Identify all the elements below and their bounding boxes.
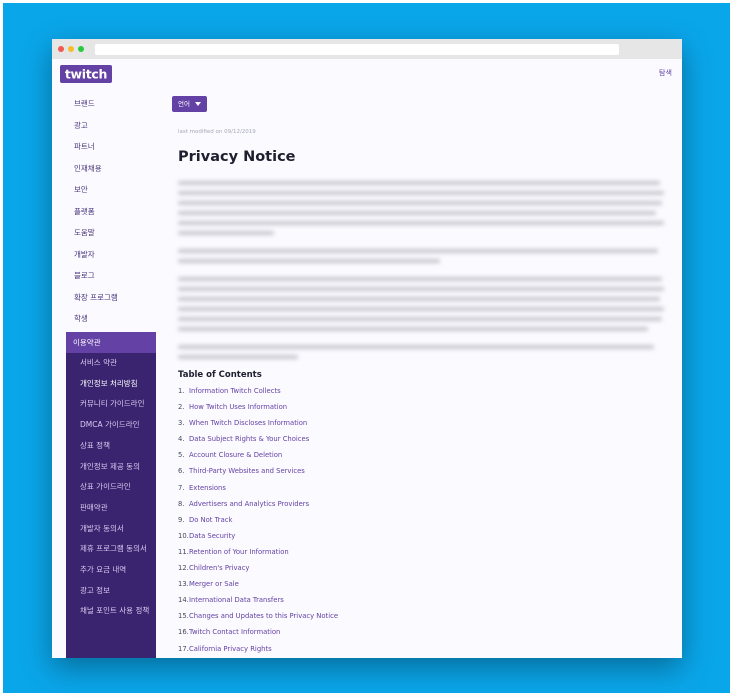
sidebar-item[interactable]: 파트너 bbox=[52, 136, 156, 158]
subnav-item[interactable]: 개인정보 처리방침 bbox=[66, 374, 156, 395]
address-bar[interactable] bbox=[95, 44, 619, 55]
language-button-label: 언어 bbox=[178, 100, 190, 108]
subnav-item[interactable]: 상표 가이드라인 bbox=[66, 477, 156, 498]
toc-link[interactable]: Information Twitch Collects bbox=[189, 387, 281, 395]
toc-item: 14.International Data Transfers bbox=[178, 592, 338, 608]
toc-item: 1. Information Twitch Collects bbox=[178, 383, 338, 399]
toc-item: 10.Data Security bbox=[178, 528, 338, 544]
sidebar-item[interactable]: 플랫폼 bbox=[52, 201, 156, 223]
subnav-item[interactable]: 개인정보 제공 동의 bbox=[66, 457, 156, 478]
sidebar-item-terms[interactable]: 이용약관 bbox=[66, 332, 156, 353]
toc-link[interactable]: Data Subject Rights & Your Choices bbox=[189, 435, 309, 443]
toc-link[interactable]: Children's Privacy bbox=[189, 564, 249, 572]
toc-item: 13.Merger or Sale bbox=[178, 576, 338, 592]
subnav-item[interactable]: 개발자 동의서 bbox=[66, 519, 156, 540]
toc-number: 8. bbox=[178, 499, 185, 508]
maximize-window-icon[interactable] bbox=[78, 46, 84, 52]
toc-number: 11. bbox=[178, 547, 189, 556]
toc-number: 4. bbox=[178, 435, 185, 444]
toc-number: 15. bbox=[178, 612, 189, 621]
toc-item: 16.Twitch Contact Information bbox=[178, 624, 338, 640]
sidebar-item[interactable]: 브랜드 bbox=[52, 93, 156, 115]
toc-link[interactable]: Do Not Track bbox=[189, 516, 232, 524]
minimize-window-icon[interactable] bbox=[68, 46, 74, 52]
toc-item: 8. Advertisers and Analytics Providers bbox=[178, 496, 338, 512]
sidebar-item[interactable]: 도움말 bbox=[52, 222, 156, 244]
toc-link[interactable]: Twitch Contact Information bbox=[189, 628, 280, 636]
sidebar-item[interactable]: 보안 bbox=[52, 179, 156, 201]
toc-number: 1. bbox=[178, 387, 185, 395]
subnav-item[interactable]: 광고 정보 bbox=[66, 581, 156, 602]
toc-number: 9. bbox=[178, 515, 185, 524]
toc-number: 7. bbox=[178, 483, 185, 492]
toc-item: 7. Extensions bbox=[178, 480, 338, 496]
toc-link[interactable]: Extensions bbox=[189, 484, 226, 492]
toc-item: 17.California Privacy Rights bbox=[178, 641, 338, 657]
toc-item: 9. Do Not Track bbox=[178, 512, 338, 528]
toc-link[interactable]: International Data Transfers bbox=[189, 596, 284, 604]
toc-item: 15.Changes and Updates to this Privacy N… bbox=[178, 608, 338, 624]
toc-number: 12. bbox=[178, 564, 189, 573]
svg-text:twitch: twitch bbox=[65, 67, 107, 82]
toc-number: 17. bbox=[178, 644, 189, 653]
toc-number: 6. bbox=[178, 467, 185, 476]
toc-link[interactable]: Advertisers and Analytics Providers bbox=[189, 500, 309, 508]
subnav-item[interactable]: 제휴 프로그램 동의서 bbox=[66, 539, 156, 560]
sidebar-item[interactable]: 확장 프로그램 bbox=[52, 287, 156, 309]
subnav-item[interactable]: 커뮤니티 가이드라인 bbox=[66, 394, 156, 415]
twitch-logo[interactable]: twitch bbox=[60, 65, 112, 83]
toc-number: 3. bbox=[178, 419, 185, 428]
toc-item: 3. When Twitch Discloses Information bbox=[178, 415, 338, 431]
toc-link[interactable]: Retention of Your Information bbox=[189, 548, 289, 556]
sidebar-subnav: 서비스 약관 개인정보 처리방침 커뮤니티 가이드라인 DMCA 가이드라인 상표 정책… bbox=[66, 353, 156, 658]
sidebar-item[interactable]: 광고 bbox=[52, 115, 156, 137]
subnav-item[interactable]: 채널 포인트 사용 정책 bbox=[66, 601, 156, 622]
browser-chrome bbox=[52, 39, 682, 59]
subnav-item[interactable]: 서비스 약관 bbox=[66, 353, 156, 374]
toc-link[interactable]: How Twitch Uses Information bbox=[189, 403, 287, 411]
toc-item: 5. Account Closure & Deletion bbox=[178, 447, 338, 463]
toc-number: 14. bbox=[178, 596, 189, 605]
toc-number: 16. bbox=[178, 628, 189, 637]
explore-link[interactable]: 탐색 bbox=[659, 68, 672, 78]
toc-item: 4. Data Subject Rights & Your Choices bbox=[178, 431, 338, 447]
toc-link[interactable]: Changes and Updates to this Privacy Noti… bbox=[189, 612, 338, 620]
toc-link[interactable]: Third-Party Websites and Services bbox=[189, 467, 305, 475]
toc-link[interactable]: Data Security bbox=[189, 532, 235, 540]
toc-item: 11.Retention of Your Information bbox=[178, 544, 338, 560]
toc-number: 10. bbox=[178, 531, 189, 540]
page-title: Privacy Notice bbox=[178, 149, 296, 165]
table-of-contents: 1. Information Twitch Collects 2. How Twitc… bbox=[178, 383, 338, 657]
sidebar-item[interactable]: 학생 bbox=[52, 308, 156, 330]
toc-title: Table of Contents bbox=[178, 370, 262, 380]
subnav-item[interactable]: 판매약관 bbox=[66, 498, 156, 519]
language-button[interactable]: 언어 bbox=[172, 96, 207, 112]
sidebar-item[interactable]: 블로그 bbox=[52, 265, 156, 287]
toc-item: 2. How Twitch Uses Information bbox=[178, 399, 338, 415]
blurred-body-text bbox=[178, 177, 664, 369]
subnav-item[interactable]: 추가 요금 내역 bbox=[66, 560, 156, 581]
toc-item: 6. Third-Party Websites and Services bbox=[178, 463, 338, 479]
subnav-item[interactable]: DMCA 가이드라인 bbox=[66, 415, 156, 436]
browser-window: twitch 탐색 브랜드 광고 파트너 인재채용 보안 플랫폼 도움말 개발자 블로그 확장 프… bbox=[52, 39, 682, 658]
toc-number: 2. bbox=[178, 403, 185, 412]
caret-down-icon bbox=[195, 102, 201, 106]
toc-item: 12.Children's Privacy bbox=[178, 560, 338, 576]
toc-number: 13. bbox=[178, 580, 189, 589]
sidebar-nav: 브랜드 광고 파트너 인재채용 보안 플랫폼 도움말 개발자 블로그 확장 프로그램 학생 bbox=[52, 93, 156, 330]
toc-link[interactable]: Account Closure & Deletion bbox=[189, 451, 282, 459]
sidebar-item[interactable]: 개발자 bbox=[52, 244, 156, 266]
toc-number: 5. bbox=[178, 451, 185, 460]
toc-link[interactable]: California Privacy Rights bbox=[189, 645, 272, 653]
last-modified: last modified on 09/12/2019 bbox=[178, 129, 256, 135]
sidebar-item[interactable]: 인재채용 bbox=[52, 158, 156, 180]
close-window-icon[interactable] bbox=[58, 46, 64, 52]
toc-link[interactable]: When Twitch Discloses Information bbox=[189, 419, 307, 427]
subnav-item[interactable]: 상표 정책 bbox=[66, 436, 156, 457]
toc-link[interactable]: Merger or Sale bbox=[189, 580, 239, 588]
